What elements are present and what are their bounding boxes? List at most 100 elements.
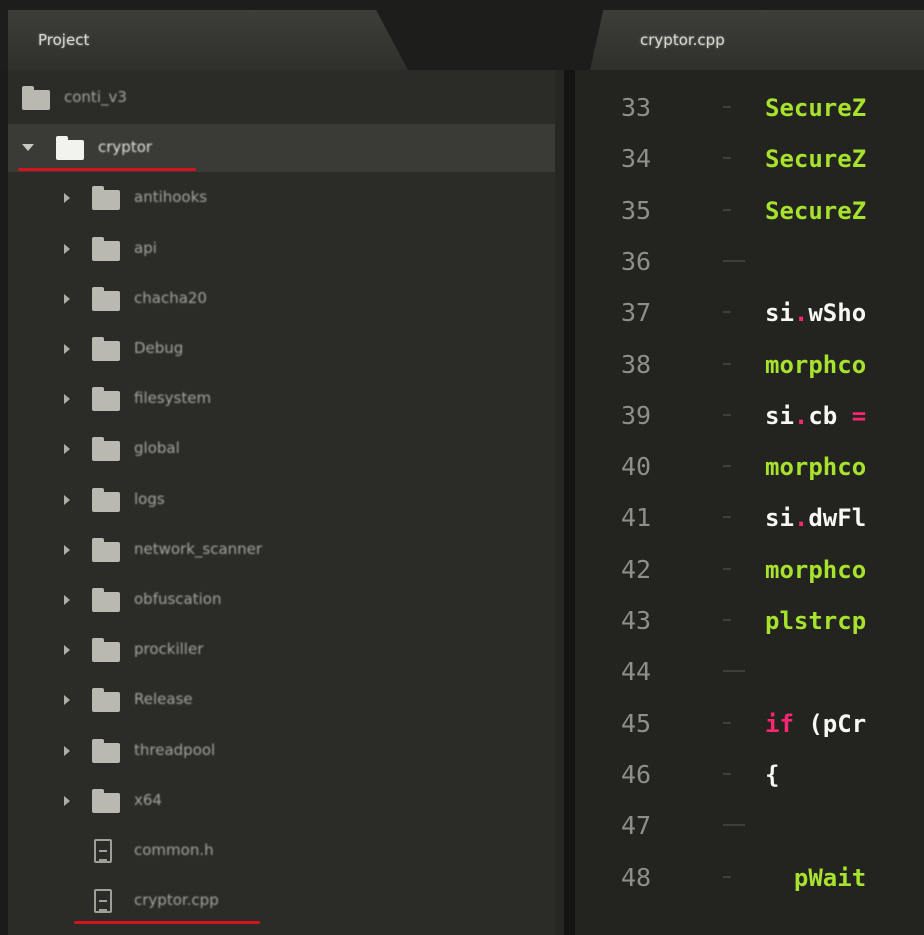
folder-icon <box>22 86 50 110</box>
tree-folder-item[interactable]: threadpool <box>8 727 555 775</box>
tree-folder-item[interactable]: antihooks <box>8 174 555 222</box>
code-line[interactable]: 43 plstrcp <box>575 597 924 645</box>
fold-gutter-marker <box>723 157 731 160</box>
code-line[interactable]: 41 si.dwFl <box>575 494 924 542</box>
chevron-right-icon[interactable] <box>64 444 70 455</box>
tree-item-label: logs <box>134 489 165 508</box>
tree-item-label: conti_v3 <box>64 88 127 106</box>
chevron-right-icon[interactable] <box>64 193 70 204</box>
chevron-right-icon[interactable] <box>64 344 70 354</box>
tree-folder-item[interactable]: filesystem <box>8 375 555 423</box>
chevron-right-icon[interactable] <box>64 494 70 505</box>
code-line[interactable]: 38 morphco <box>575 341 924 389</box>
code-token: . <box>793 299 809 328</box>
code-token: . <box>793 504 809 533</box>
folder-icon <box>92 437 120 462</box>
code-line[interactable]: 47 <box>575 802 924 850</box>
line-number: 37 <box>621 298 652 328</box>
fold-gutter-marker <box>723 875 731 878</box>
tree-file-item[interactable]: common.h <box>8 827 555 875</box>
line-number: 47 <box>621 811 652 841</box>
code-line[interactable]: 39 si.cb = <box>575 392 924 440</box>
red-underline-annotation <box>18 168 196 172</box>
red-underline-annotation <box>74 921 260 925</box>
tree-folder-item[interactable]: Debug <box>8 325 555 373</box>
folder-icon <box>92 286 120 311</box>
code-line[interactable]: 42 morphco <box>575 546 924 594</box>
tree-folder-item[interactable]: Release <box>8 676 555 724</box>
code-line[interactable]: 46 { <box>575 751 924 799</box>
tree-folder-item[interactable]: prockiller <box>8 626 555 674</box>
line-number: 46 <box>621 759 652 789</box>
code-token: SecureZ <box>765 196 867 225</box>
folder-icon <box>92 337 120 361</box>
chevron-right-icon[interactable] <box>64 795 70 806</box>
code-token: (pCr <box>793 709 867 738</box>
tree-folder-item[interactable]: logs <box>8 476 555 524</box>
code-editor[interactable]: 33 SecureZ 34 SecureZ 35 SecureZ 36 37 si.wSho 38… <box>575 70 924 935</box>
fold-gutter-marker <box>723 259 745 262</box>
tree-folder-item[interactable]: chacha20 <box>8 275 555 323</box>
code-line[interactable]: 45 if (pCr <box>575 700 924 748</box>
fold-gutter-marker <box>723 824 745 827</box>
code-token: si <box>765 504 794 533</box>
folder-icon <box>92 487 120 512</box>
code-text: morphco <box>765 341 866 389</box>
line-number: 44 <box>621 657 652 687</box>
line-number: 34 <box>621 144 652 174</box>
tree-item-label: cryptor.cpp <box>134 891 219 910</box>
folder-icon <box>92 588 120 612</box>
code-text: if (pCr <box>765 700 866 748</box>
project-sidebar: conti_v3cryptor antihooks api chacha20 Debug… <box>8 70 564 935</box>
tree-folder-item[interactable]: network_scanner <box>8 526 555 574</box>
code-line[interactable]: 34 SecureZ <box>575 135 924 183</box>
code-token: morphco <box>765 350 867 379</box>
tab-project[interactable]: Project <box>8 10 408 70</box>
fold-gutter-marker <box>723 362 731 365</box>
folder-icon <box>92 236 120 261</box>
chevron-right-icon[interactable] <box>64 695 70 706</box>
code-text: plstrcp <box>765 597 866 645</box>
tree-item-label: network_scanner <box>134 539 263 558</box>
code-line[interactable]: 35 SecureZ <box>575 187 924 235</box>
sidebar-scrollbar[interactable] <box>555 70 564 935</box>
code-token: dwFl <box>808 504 867 533</box>
tree-folder-item[interactable]: obfuscation <box>8 576 555 624</box>
tree-item-label: Debug <box>134 339 184 357</box>
code-line[interactable]: 48 pWait <box>575 854 924 902</box>
chevron-right-icon[interactable] <box>64 745 70 756</box>
code-line[interactable]: 37 si.wSho <box>575 289 924 337</box>
chevron-right-icon[interactable] <box>64 544 70 555</box>
tree-item-label: x64 <box>134 790 162 809</box>
pane-divider[interactable] <box>564 70 575 935</box>
code-token: morphco <box>765 453 867 482</box>
code-line[interactable]: 44 <box>575 648 924 696</box>
folder-icon <box>92 537 120 562</box>
code-token: cb <box>808 401 852 430</box>
chevron-right-icon[interactable] <box>64 595 70 605</box>
code-line[interactable]: 40 morphco <box>575 443 924 491</box>
code-token: wSho <box>808 299 867 328</box>
chevron-right-icon[interactable] <box>64 243 70 254</box>
chevron-right-icon[interactable] <box>64 293 70 304</box>
tree-item-label: antihooks <box>134 188 208 207</box>
chevron-down-icon[interactable] <box>22 144 34 152</box>
tab-editor-file[interactable]: cryptor.cpp <box>590 10 924 70</box>
chevron-right-icon[interactable] <box>64 394 70 405</box>
tree-file-item[interactable]: cryptor.cpp <box>8 877 555 925</box>
chevron-right-icon[interactable] <box>64 645 70 656</box>
tree-folder-item[interactable]: x64 <box>8 777 555 825</box>
code-text: morphco <box>765 546 866 594</box>
code-text: SecureZ <box>765 187 866 235</box>
tree-folder-item[interactable]: conti_v3 <box>8 74 555 122</box>
fold-gutter-marker <box>723 208 731 211</box>
tree-folder-item[interactable]: global <box>8 425 555 473</box>
line-number: 41 <box>621 503 652 533</box>
tree-folder-item[interactable]: api <box>8 225 555 273</box>
tree-item-label: filesystem <box>134 389 212 408</box>
fold-gutter-marker <box>723 516 731 519</box>
code-line[interactable]: 33 SecureZ <box>575 84 924 132</box>
tree-folder-item[interactable]: cryptor <box>8 124 555 173</box>
line-number: 39 <box>621 400 652 430</box>
code-line[interactable]: 36 <box>575 238 924 286</box>
